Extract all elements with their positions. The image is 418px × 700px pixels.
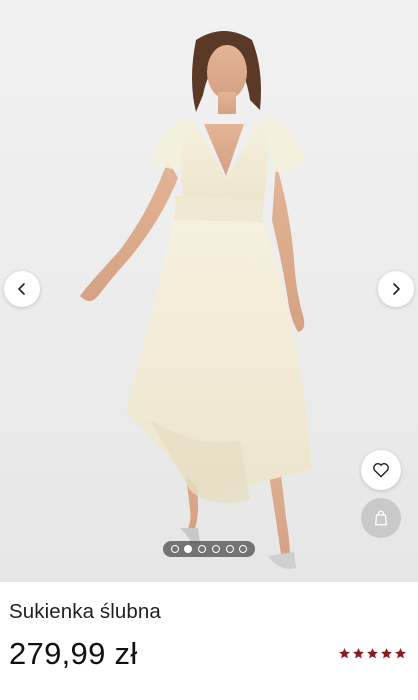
product-title: Sukienka ślubna	[9, 600, 161, 623]
shopping-bag-icon	[375, 510, 387, 526]
gallery-dot[interactable]	[239, 545, 248, 553]
gallery-dot[interactable]	[198, 545, 207, 553]
gallery-dot[interactable]	[225, 545, 234, 553]
previous-image-button[interactable]	[4, 271, 40, 307]
star-icon	[395, 648, 406, 659]
gallery-pagination	[163, 541, 255, 557]
star-icon	[353, 648, 364, 659]
gallery-dot[interactable]	[211, 545, 220, 553]
heart-icon	[373, 463, 389, 478]
gallery-dot[interactable]	[170, 545, 179, 553]
chevron-right-icon	[393, 283, 400, 295]
star-icon	[339, 648, 350, 659]
star-icon	[367, 648, 378, 659]
product-rating	[338, 647, 407, 660]
product-image-gallery[interactable]	[0, 0, 418, 582]
chevron-left-icon	[18, 283, 25, 295]
add-to-wishlist-button[interactable]	[361, 450, 401, 490]
product-price: 279,99 zł	[9, 636, 138, 671]
star-icon	[381, 648, 392, 659]
product-photo	[80, 31, 312, 569]
add-to-cart-button[interactable]	[361, 498, 401, 538]
next-image-button[interactable]	[378, 271, 414, 307]
gallery-dot[interactable]	[184, 545, 193, 553]
